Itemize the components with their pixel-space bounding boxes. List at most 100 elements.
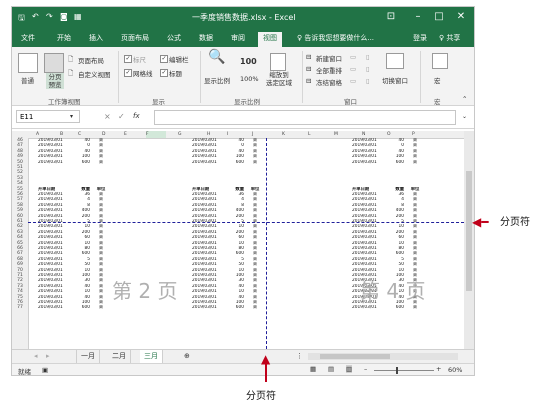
tab-view[interactable]: 视图 <box>258 32 282 47</box>
zoom-100-label[interactable]: 100% <box>240 75 259 83</box>
formula-input[interactable] <box>154 110 456 125</box>
horizontal-scroll-thumb[interactable] <box>320 354 390 359</box>
cell-unit[interactable]: 束 <box>410 160 420 165</box>
table-icon[interactable]: ▦ <box>74 12 82 21</box>
worksheet-grid[interactable]: A B C D E F G H I J K L M N O P 46 47 48 49 50 51 52 53 54 55 56 5… <box>12 131 464 349</box>
zoom-100-icon[interactable]: 100 <box>240 57 257 66</box>
zoom-label[interactable]: 显示比例 <box>204 75 230 85</box>
column-header-c[interactable]: C <box>78 131 81 138</box>
headings-checkbox[interactable]: ✓ <box>160 69 168 77</box>
switch-windows-label[interactable]: 切换窗口 <box>382 75 408 85</box>
vertical-scrollbar[interactable] <box>464 131 474 349</box>
new-window-icon[interactable]: ⊟ <box>306 53 311 61</box>
next-sheet-icon[interactable]: ▸ <box>42 350 54 363</box>
zoom-to-selection-icon[interactable] <box>270 53 286 71</box>
reset-position-icon[interactable]: ▯ <box>366 77 370 85</box>
expand-formula-icon[interactable]: ⌄ <box>462 113 467 120</box>
freeze-panes-icon[interactable]: ⊟ <box>306 77 311 85</box>
horizontal-page-break-line[interactable] <box>28 222 464 223</box>
zoom-level[interactable]: 60% <box>448 366 462 374</box>
macros-label[interactable]: 宏 <box>434 75 441 85</box>
column-header-a[interactable]: A <box>36 131 39 138</box>
page-layout-icon[interactable]: 🗋 <box>68 55 73 66</box>
cell-quantity[interactable]: 600 <box>386 160 404 165</box>
ruler-checkbox[interactable]: ✓ <box>124 55 132 63</box>
column-header-d[interactable]: D <box>102 131 105 138</box>
cancel-icon[interactable]: × <box>104 112 111 121</box>
column-header-g[interactable]: G <box>178 131 182 138</box>
zoom-to-selection-label[interactable]: 缩放到 选定区域 <box>266 71 292 87</box>
zoom-out-icon[interactable]: – <box>364 365 367 373</box>
normal-view-icon[interactable] <box>18 53 38 73</box>
column-header-e[interactable]: E <box>124 131 127 138</box>
sign-in-link[interactable]: 登录 <box>408 32 432 47</box>
arrange-all-icon[interactable]: ⊟ <box>306 65 311 73</box>
arrange-all-label[interactable]: 全部重排 <box>316 65 342 75</box>
macro-record-icon[interactable]: ▣ <box>42 366 48 374</box>
page-break-status-icon[interactable]: ▥ <box>346 365 353 373</box>
column-header-o[interactable]: O <box>387 131 391 138</box>
zoom-slider[interactable] <box>374 367 434 374</box>
tab-data[interactable]: 数据 <box>194 32 218 47</box>
page-layout-label[interactable]: 页面布局 <box>78 55 104 65</box>
camera-icon[interactable]: ◙ <box>60 12 68 21</box>
zoom-slider-handle[interactable] <box>396 367 398 374</box>
vertical-page-break-line[interactable] <box>266 138 267 349</box>
cell-quantity[interactable]: 600 <box>72 305 90 310</box>
freeze-panes-label[interactable]: 冻结窗格 <box>316 77 342 87</box>
zoom-magnifier-icon[interactable]: 🔍 <box>208 49 225 65</box>
sync-scroll-icon[interactable]: ▯ <box>366 65 370 73</box>
new-window-label[interactable]: 新建窗口 <box>316 53 342 63</box>
custom-views-label[interactable]: 自定义视图 <box>78 69 111 79</box>
switch-windows-icon[interactable] <box>386 53 404 69</box>
ribbon-display-icon[interactable]: ⊡ <box>382 11 400 22</box>
collapse-ribbon-icon[interactable]: ⌃ <box>462 95 467 103</box>
column-header-j[interactable]: J <box>252 131 253 138</box>
cell-date[interactable]: 2019/03/01 <box>352 160 384 165</box>
unhide-icon[interactable]: ▭ <box>350 77 356 85</box>
tab-page-layout[interactable]: 页面布局 <box>116 32 154 47</box>
cell-quantity[interactable]: 600 <box>72 160 90 165</box>
tell-me-box[interactable]: ♀ 告诉我您想要做什么... <box>292 32 379 47</box>
tab-review[interactable]: 审阅 <box>226 32 250 47</box>
undo-icon[interactable]: ↶ <box>32 12 39 21</box>
column-header-p[interactable]: P <box>412 131 415 138</box>
column-header-f[interactable]: F <box>146 131 149 138</box>
page-break-preview-label[interactable]: 分页 预览 <box>46 73 64 89</box>
cell-date[interactable]: 2019/03/01 <box>38 160 70 165</box>
column-header-l[interactable]: L <box>308 131 311 138</box>
tab-file[interactable]: 文件 <box>16 32 40 47</box>
tab-split-icon[interactable]: ⋮ <box>292 350 307 363</box>
cell-quantity[interactable]: 600 <box>386 305 404 310</box>
cell-date[interactable]: 2019/03/01 <box>352 305 384 310</box>
new-sheet-icon[interactable]: ⊕ <box>180 350 194 363</box>
function-icon[interactable]: fx <box>133 112 140 120</box>
tab-formulas[interactable]: 公式 <box>162 32 186 47</box>
cell-date[interactable]: 2019/03/01 <box>192 160 224 165</box>
cell-unit[interactable]: 束 <box>96 305 106 310</box>
scrollbar-thumb[interactable] <box>466 171 472 291</box>
cell-unit[interactable]: 束 <box>250 305 260 310</box>
macros-icon[interactable] <box>432 53 448 69</box>
view-side-by-side-icon[interactable]: ▯ <box>366 53 370 61</box>
prev-sheet-icon[interactable]: ◂ <box>30 350 42 363</box>
save-icon[interactable]: 🖫 <box>18 12 25 26</box>
share-button[interactable]: ♀ 共享 <box>434 32 465 47</box>
custom-views-icon[interactable]: 🗋 <box>68 69 73 80</box>
tab-home[interactable]: 开始 <box>52 32 76 47</box>
column-header-i[interactable]: I <box>227 131 228 138</box>
horizontal-scrollbar[interactable] <box>308 353 458 360</box>
page-layout-status-icon[interactable]: ▤ <box>328 365 334 373</box>
redo-icon[interactable]: ↷ <box>46 12 53 21</box>
enter-icon[interactable]: ✓ <box>118 112 125 121</box>
close-button[interactable]: ✕ <box>452 11 470 22</box>
column-header-k[interactable]: K <box>282 131 285 138</box>
sheet-tab-january[interactable]: 一月 <box>76 350 100 363</box>
name-box-dropdown-icon[interactable]: ▾ <box>70 113 73 120</box>
normal-view-status-icon[interactable]: ▦ <box>310 365 316 373</box>
minimize-button[interactable]: – <box>409 11 427 22</box>
cell-unit[interactable]: 束 <box>410 305 420 310</box>
row-header[interactable]: 77 <box>12 305 28 311</box>
maximize-button[interactable]: □ <box>430 11 448 22</box>
gridlines-checkbox[interactable]: ✓ <box>124 69 132 77</box>
